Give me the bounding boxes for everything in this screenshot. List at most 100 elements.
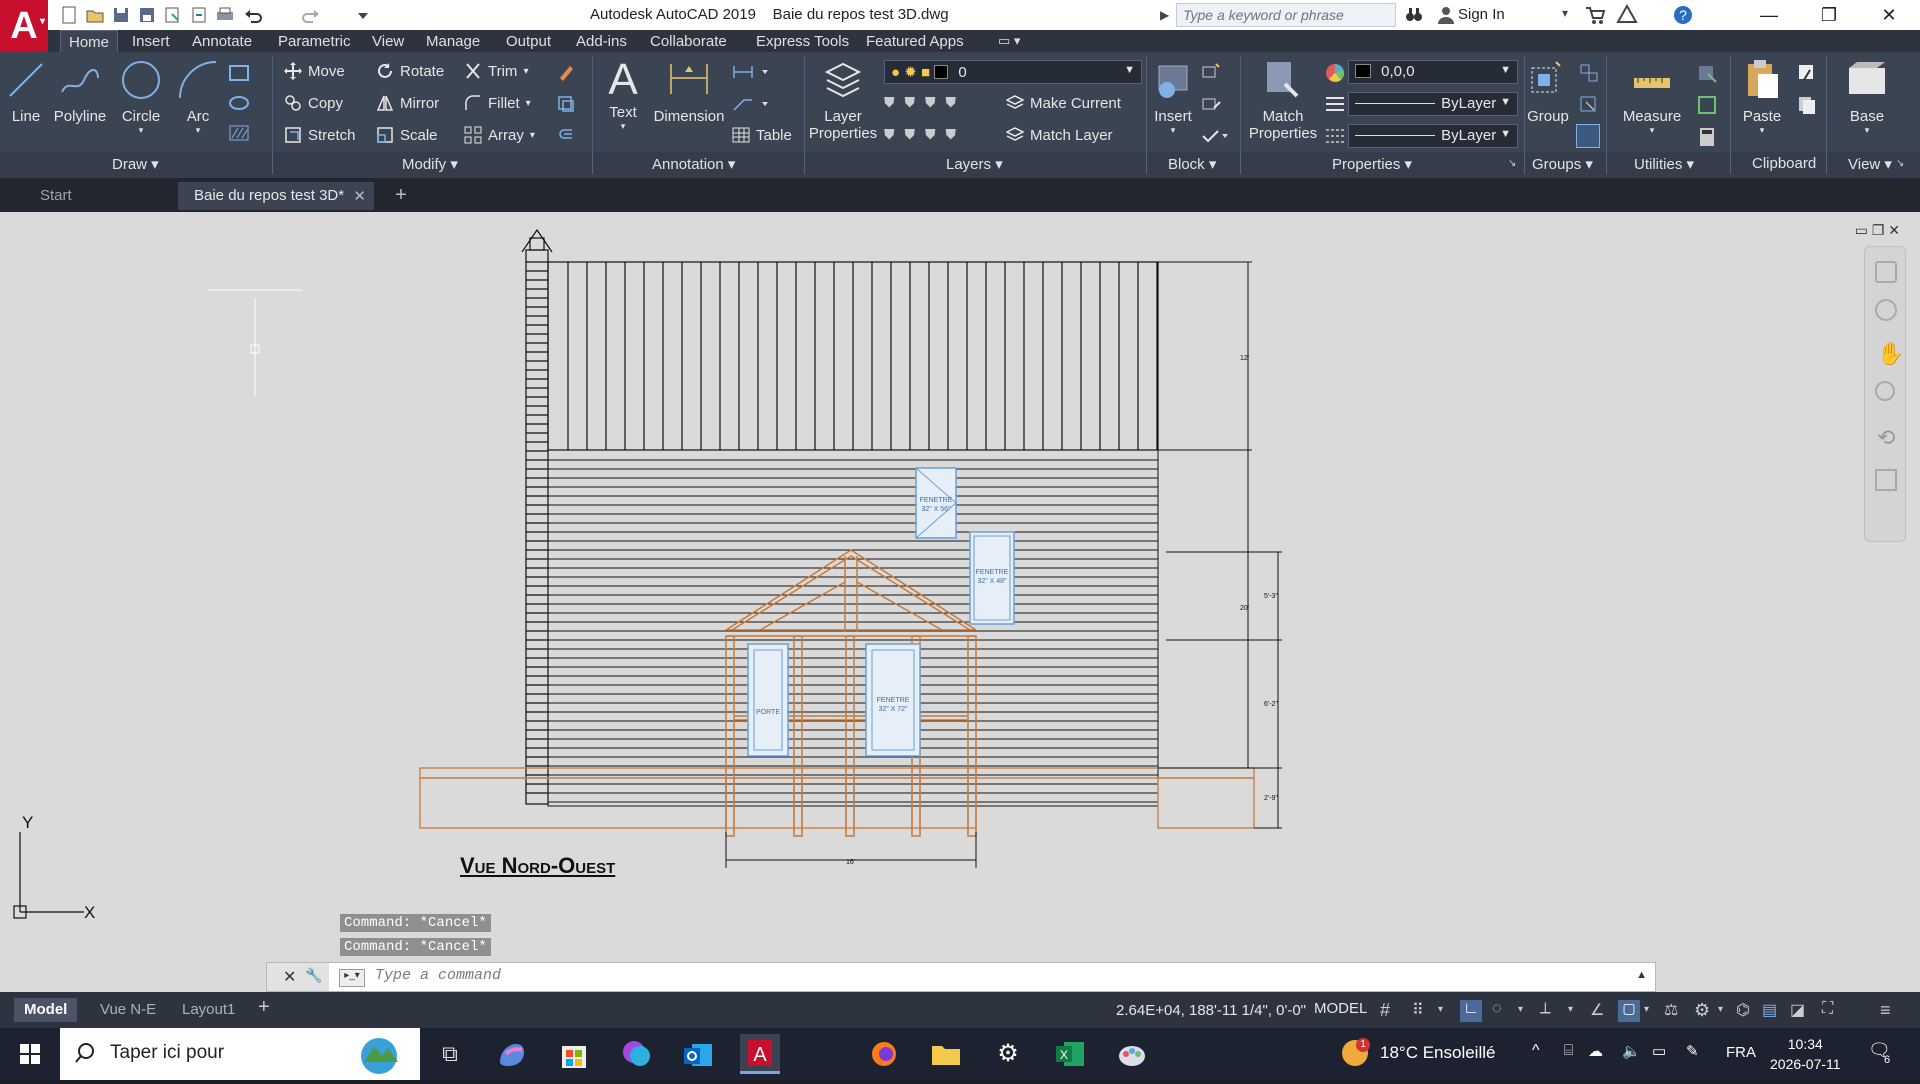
pan-icon[interactable]: ✋ <box>1877 341 1904 367</box>
paint-app-icon[interactable] <box>1112 1034 1152 1074</box>
task-view-icon[interactable]: ⧉ <box>430 1034 470 1074</box>
lineweight-dropdown[interactable]: ByLayer ▼ <box>1348 92 1518 116</box>
quick-properties-icon[interactable]: ▤ <box>1762 1000 1784 1022</box>
block-panel-title[interactable]: Block ▾ <box>1168 155 1216 173</box>
layer-dropdown[interactable]: ● ✹ ■ 0 ▼ <box>884 60 1142 84</box>
viewport-minimize-icon[interactable]: ▭ <box>1855 222 1868 238</box>
command-input[interactable]: Type a command <box>375 967 501 984</box>
calculator-icon[interactable] <box>1696 126 1718 148</box>
open-web-icon[interactable] <box>162 4 184 26</box>
notification-center-icon[interactable]: 🗨 <box>1868 1040 1898 1070</box>
cut-icon[interactable] <box>1796 62 1818 84</box>
create-block-icon[interactable] <box>1200 62 1222 82</box>
group-edit-icon[interactable] <box>1578 94 1600 116</box>
leader-icon[interactable] <box>732 94 772 114</box>
elevation-drawing[interactable]: FENETRE 32" X 56" FENETRE 32" X 48" PORT… <box>0 212 1920 992</box>
circle-dropdown-icon[interactable]: ▾ <box>116 125 166 136</box>
isolate-objects-icon[interactable]: ◪ <box>1790 1000 1812 1022</box>
layer-properties-button[interactable]: Layer Properties <box>806 58 880 142</box>
recent-commands-icon[interactable]: ▸_▾ <box>339 969 365 987</box>
expand-search-icon[interactable]: ▶ <box>1160 8 1169 22</box>
minimize-button[interactable]: — <box>1746 0 1792 30</box>
circle-button[interactable]: Circle ▾ <box>116 58 166 136</box>
pen-icon[interactable]: ✎ <box>1686 1042 1699 1060</box>
add-layout-plus-icon[interactable]: + <box>258 996 270 1019</box>
microsoft-365-icon[interactable] <box>616 1034 656 1074</box>
properties-launcher-icon[interactable]: ↘ <box>1508 158 1516 169</box>
save-icon[interactable] <box>110 4 132 26</box>
help-icon[interactable]: ? <box>1672 4 1694 26</box>
insert-dropdown-icon[interactable]: ▾ <box>1150 125 1196 136</box>
tab-insert[interactable]: Insert <box>124 32 178 51</box>
layout-tab-vue-ne[interactable]: Vue N-E <box>90 998 166 1022</box>
linetype-dropdown[interactable]: ByLayer ▼ <box>1348 124 1518 148</box>
dimension-button[interactable]: Dimension <box>652 58 726 125</box>
paste-button[interactable]: Paste ▾ <box>1738 58 1786 136</box>
rectangle-icon[interactable] <box>228 64 252 82</box>
view-panel-title[interactable]: View ▾ <box>1848 155 1892 173</box>
tray-device-icon[interactable]: ⌸ <box>1564 1042 1573 1059</box>
annotation-monitor-icon[interactable]: ⌬ <box>1736 1000 1758 1022</box>
arc-button[interactable]: Arc ▾ <box>176 58 220 136</box>
tab-parametric[interactable]: Parametric <box>270 32 359 51</box>
tab-collaborate[interactable]: Collaborate <box>642 32 735 51</box>
text-dropdown-icon[interactable]: ▾ <box>600 121 646 132</box>
ungroup-icon[interactable] <box>1578 62 1600 84</box>
command-history-toggle-icon[interactable]: ▲ <box>1636 969 1647 981</box>
outlook-icon[interactable] <box>678 1034 718 1074</box>
match-properties-button[interactable]: Match Properties <box>1246 58 1320 142</box>
array-dropdown-icon[interactable]: ▾ <box>530 130 535 141</box>
autocad-taskbar-icon[interactable]: A <box>740 1034 780 1074</box>
excel-icon[interactable]: X <box>1050 1034 1090 1074</box>
tab-add-ins[interactable]: Add-ins <box>568 32 635 51</box>
hatch-icon[interactable] <box>228 124 252 142</box>
erase-icon[interactable] <box>556 62 576 82</box>
object-snap-dropdown-icon[interactable]: ▾ <box>1644 1004 1666 1026</box>
windows-start-button[interactable] <box>0 1028 60 1080</box>
viewport-restore-icon[interactable]: ❐ <box>1872 222 1885 238</box>
keyword-search-input[interactable]: Type a keyword or phrase <box>1176 3 1396 27</box>
plot-icon[interactable] <box>214 4 236 26</box>
polar-tracking-icon[interactable]: ◌ <box>1492 1000 1514 1022</box>
save-as-icon[interactable] <box>136 4 158 26</box>
application-menu-button[interactable]: A ▾ <box>0 0 48 52</box>
new-file-icon[interactable] <box>58 4 80 26</box>
layer-tools-row-1[interactable]: ⛊⛊⛊⛊ <box>884 94 1004 114</box>
customize-command-icon[interactable]: 🔧 <box>305 967 322 984</box>
groups-panel-title[interactable]: Groups ▾ <box>1532 155 1593 173</box>
binoculars-icon[interactable] <box>1404 5 1424 25</box>
trim-dropdown-icon[interactable]: ▾ <box>523 66 528 77</box>
tab-output[interactable]: Output <box>498 32 559 51</box>
copy-button[interactable]: Copy <box>284 94 343 112</box>
battery-icon[interactable]: ▭ <box>1652 1042 1666 1060</box>
modify-panel-title[interactable]: Modify ▾ <box>402 155 458 173</box>
command-line-handle[interactable]: ✕ 🔧 <box>267 963 329 991</box>
object-snap-tracking-icon[interactable]: ∠ <box>1590 1000 1612 1022</box>
fillet-dropdown-icon[interactable]: ▾ <box>526 98 531 109</box>
block-attributes-icon[interactable] <box>1200 126 1230 146</box>
customization-menu-icon[interactable]: ≡ <box>1880 1000 1902 1022</box>
showmotion-icon[interactable] <box>1875 469 1897 491</box>
ribbon-options-icon[interactable]: ▭ ▾ <box>998 33 1020 49</box>
system-clock[interactable]: 10:34 2026-07-11 <box>1770 1034 1841 1074</box>
mirror-button[interactable]: Mirror <box>376 94 439 112</box>
arc-dropdown-icon[interactable]: ▾ <box>176 125 220 136</box>
layer-tools-row-2[interactable]: ⛊⛊⛊⛊ <box>884 126 1004 146</box>
select-all-icon[interactable] <box>1696 94 1718 116</box>
language-indicator[interactable]: FRA <box>1726 1044 1756 1061</box>
redo-icon[interactable] <box>300 4 322 26</box>
steering-wheel-icon[interactable] <box>1875 261 1897 283</box>
trim-button[interactable]: Trim ▾ <box>464 62 528 80</box>
command-line[interactable]: ✕ 🔧 ▸_▾ Type a command ▲ <box>266 962 1656 992</box>
snap-dropdown-icon[interactable]: ▾ <box>1438 1004 1460 1026</box>
paste-dropdown-icon[interactable]: ▾ <box>1738 125 1786 136</box>
new-tab-plus-icon[interactable]: + <box>388 184 414 208</box>
stretch-button[interactable]: Stretch <box>284 126 356 144</box>
microsoft-store-icon[interactable] <box>554 1034 594 1074</box>
base-view-button[interactable]: Base ▾ <box>1840 58 1894 136</box>
save-web-icon[interactable] <box>188 4 210 26</box>
measure-dropdown-icon[interactable]: ▾ <box>1614 125 1690 136</box>
rotate-button[interactable]: Rotate <box>376 62 444 80</box>
isodraft-dropdown-icon[interactable]: ▾ <box>1568 1004 1590 1026</box>
properties-panel-title[interactable]: Properties ▾ <box>1332 155 1412 173</box>
